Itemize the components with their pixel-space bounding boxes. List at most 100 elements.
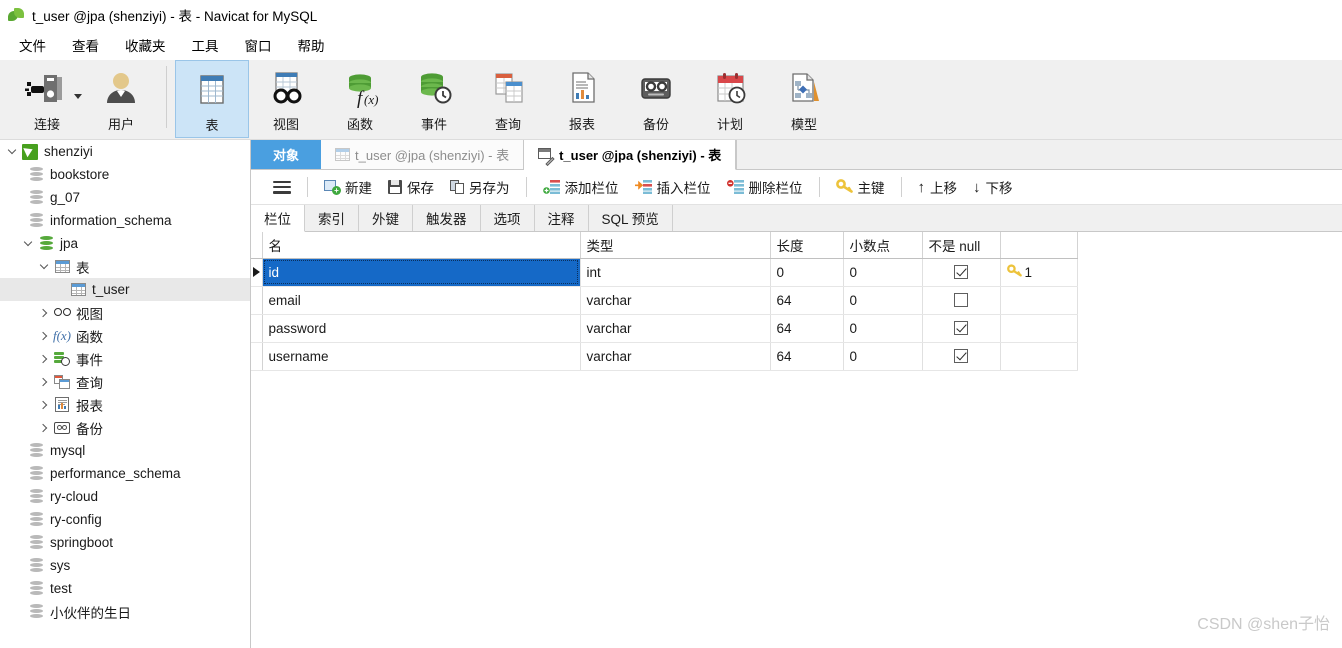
sidebar-item-birthday-db[interactable]: 小伙伴的生日 [0,600,250,623]
sidebar-item-springboot[interactable]: springboot [0,531,250,554]
not-null-checkbox[interactable] [954,265,968,279]
chevron-right-icon[interactable] [36,351,52,367]
fields-grid-container[interactable]: 名 类型 长度 小数点 不是 null id int 0 0 1 email v… [251,232,1342,648]
move-down-button[interactable]: ↓ 下移 [965,174,1021,200]
new-button[interactable]: + 新建 [316,174,380,200]
column-header-length[interactable]: 长度 [770,232,844,259]
table-row[interactable]: username varchar 64 0 [251,342,1078,371]
sidebar-item-shenziyi[interactable]: shenziyi [0,140,250,163]
cell-field-key[interactable]: 1 [1000,258,1078,287]
cell-field-length[interactable]: 64 [770,342,844,371]
subtab-options[interactable]: 选项 [480,205,535,231]
sidebar-item-backups[interactable]: 备份 [0,416,250,439]
column-header-name[interactable]: 名 [262,232,581,259]
toolbar-backup-button[interactable]: 备份 [619,60,693,138]
save-button[interactable]: 保存 [380,174,442,200]
cell-field-type[interactable]: int [580,258,771,287]
menu-view[interactable]: 查看 [59,32,112,58]
primary-key-button[interactable]: 主键 [828,174,893,200]
navigation-sidebar[interactable]: shenziyi bookstore g_07 information_sche… [0,140,251,648]
column-header-key[interactable] [1000,232,1078,259]
cell-field-decimals[interactable]: 0 [843,258,923,287]
panel-menu-button[interactable] [265,178,299,197]
column-header-type[interactable]: 类型 [580,232,771,259]
cell-field-not-null[interactable] [922,342,1001,371]
menu-file[interactable]: 文件 [6,32,59,58]
subtab-comment[interactable]: 注释 [534,205,589,231]
sidebar-item-sys[interactable]: sys [0,554,250,577]
toolbar-event-button[interactable]: 事件 [397,60,471,138]
sidebar-item-reports[interactable]: 报表 [0,393,250,416]
cell-field-name[interactable]: id [262,258,581,287]
subtab-triggers[interactable]: 触发器 [413,205,481,231]
cell-field-key[interactable] [1000,286,1078,315]
sidebar-item-queries[interactable]: 查询 [0,370,250,393]
save-as-button[interactable]: 另存为 [442,174,518,200]
insert-field-button[interactable]: 插入栏位 [627,174,719,200]
toolbar-model-button[interactable]: 模型 [767,60,841,138]
tab-table-data[interactable]: t_user @jpa (shenziyi) - 表 [321,140,525,169]
toolbar-report-button[interactable]: 报表 [545,60,619,138]
sidebar-item-performance-schema[interactable]: performance_schema [0,462,250,485]
sidebar-item-g07[interactable]: g_07 [0,186,250,209]
cell-field-not-null[interactable] [922,314,1001,343]
sidebar-item-bookstore[interactable]: bookstore [0,163,250,186]
chevron-right-icon[interactable] [36,420,52,436]
add-field-button[interactable]: 添加栏位 [535,174,627,200]
cell-field-not-null[interactable] [922,258,1001,287]
cell-field-type[interactable]: varchar [580,314,771,343]
not-null-checkbox[interactable] [954,349,968,363]
sidebar-item-tables[interactable]: 表 [0,255,250,278]
tab-table-design[interactable]: t_user @jpa (shenziyi) - 表 [524,140,737,170]
sidebar-item-test[interactable]: test [0,577,250,600]
cell-field-name[interactable]: password [262,314,581,343]
cell-field-type[interactable]: varchar [580,342,771,371]
menu-window[interactable]: 窗口 [232,32,285,58]
sidebar-item-jpa[interactable]: jpa [0,232,250,255]
subtab-fields[interactable]: 栏位 [251,205,305,232]
fields-grid[interactable]: 名 类型 长度 小数点 不是 null id int 0 0 1 email v… [251,232,1078,371]
chevron-down-icon[interactable] [4,144,20,160]
move-up-button[interactable]: ↑ 上移 [910,174,966,200]
toolbar-schedule-button[interactable]: 计划 [693,60,767,138]
subtab-foreign-keys[interactable]: 外键 [359,205,413,231]
cell-field-not-null[interactable] [922,286,1001,315]
cell-field-name[interactable]: username [262,342,581,371]
column-header-not-null[interactable]: 不是 null [922,232,1001,259]
toolbar-table-button[interactable]: 表 [175,60,249,138]
sidebar-item-information-schema[interactable]: information_schema [0,209,250,232]
chevron-down-icon[interactable] [36,259,52,275]
chevron-right-icon[interactable] [36,328,52,344]
not-null-checkbox[interactable] [954,321,968,335]
menu-favorites[interactable]: 收藏夹 [112,32,179,58]
toolbar-function-button[interactable]: f (x) 函数 [323,60,397,138]
cell-field-decimals[interactable]: 0 [843,342,923,371]
sidebar-item-ry-config[interactable]: ry-config [0,508,250,531]
column-header-decimals[interactable]: 小数点 [843,232,923,259]
not-null-checkbox[interactable] [954,293,968,307]
tab-objects[interactable]: 对象 [251,140,322,169]
cell-field-decimals[interactable]: 0 [843,286,923,315]
subtab-sql-preview[interactable]: SQL 预览 [588,205,673,231]
table-row[interactable]: id int 0 0 1 [251,258,1078,287]
cell-field-type[interactable]: varchar [580,286,771,315]
cell-field-name[interactable]: email [262,286,581,315]
cell-field-length[interactable]: 0 [770,258,844,287]
menu-help[interactable]: 帮助 [285,32,338,58]
menu-tools[interactable]: 工具 [179,32,232,58]
cell-field-key[interactable] [1000,314,1078,343]
sidebar-item-ry-cloud[interactable]: ry-cloud [0,485,250,508]
table-row[interactable]: password varchar 64 0 [251,314,1078,343]
sidebar-item-mysql[interactable]: mysql [0,439,250,462]
delete-field-button[interactable]: 删除栏位 [719,174,811,200]
sidebar-item-events[interactable]: 事件 [0,347,250,370]
chevron-right-icon[interactable] [36,305,52,321]
sidebar-item-t-user[interactable]: t_user [0,278,250,301]
chevron-down-icon[interactable] [20,236,36,252]
toolbar-user-button[interactable]: 用户 [84,60,158,138]
toolbar-query-button[interactable]: 查询 [471,60,545,138]
sidebar-item-views[interactable]: 视图 [0,301,250,324]
sidebar-item-functions[interactable]: f(x) 函数 [0,324,250,347]
cell-field-length[interactable]: 64 [770,286,844,315]
table-row[interactable]: email varchar 64 0 [251,286,1078,315]
